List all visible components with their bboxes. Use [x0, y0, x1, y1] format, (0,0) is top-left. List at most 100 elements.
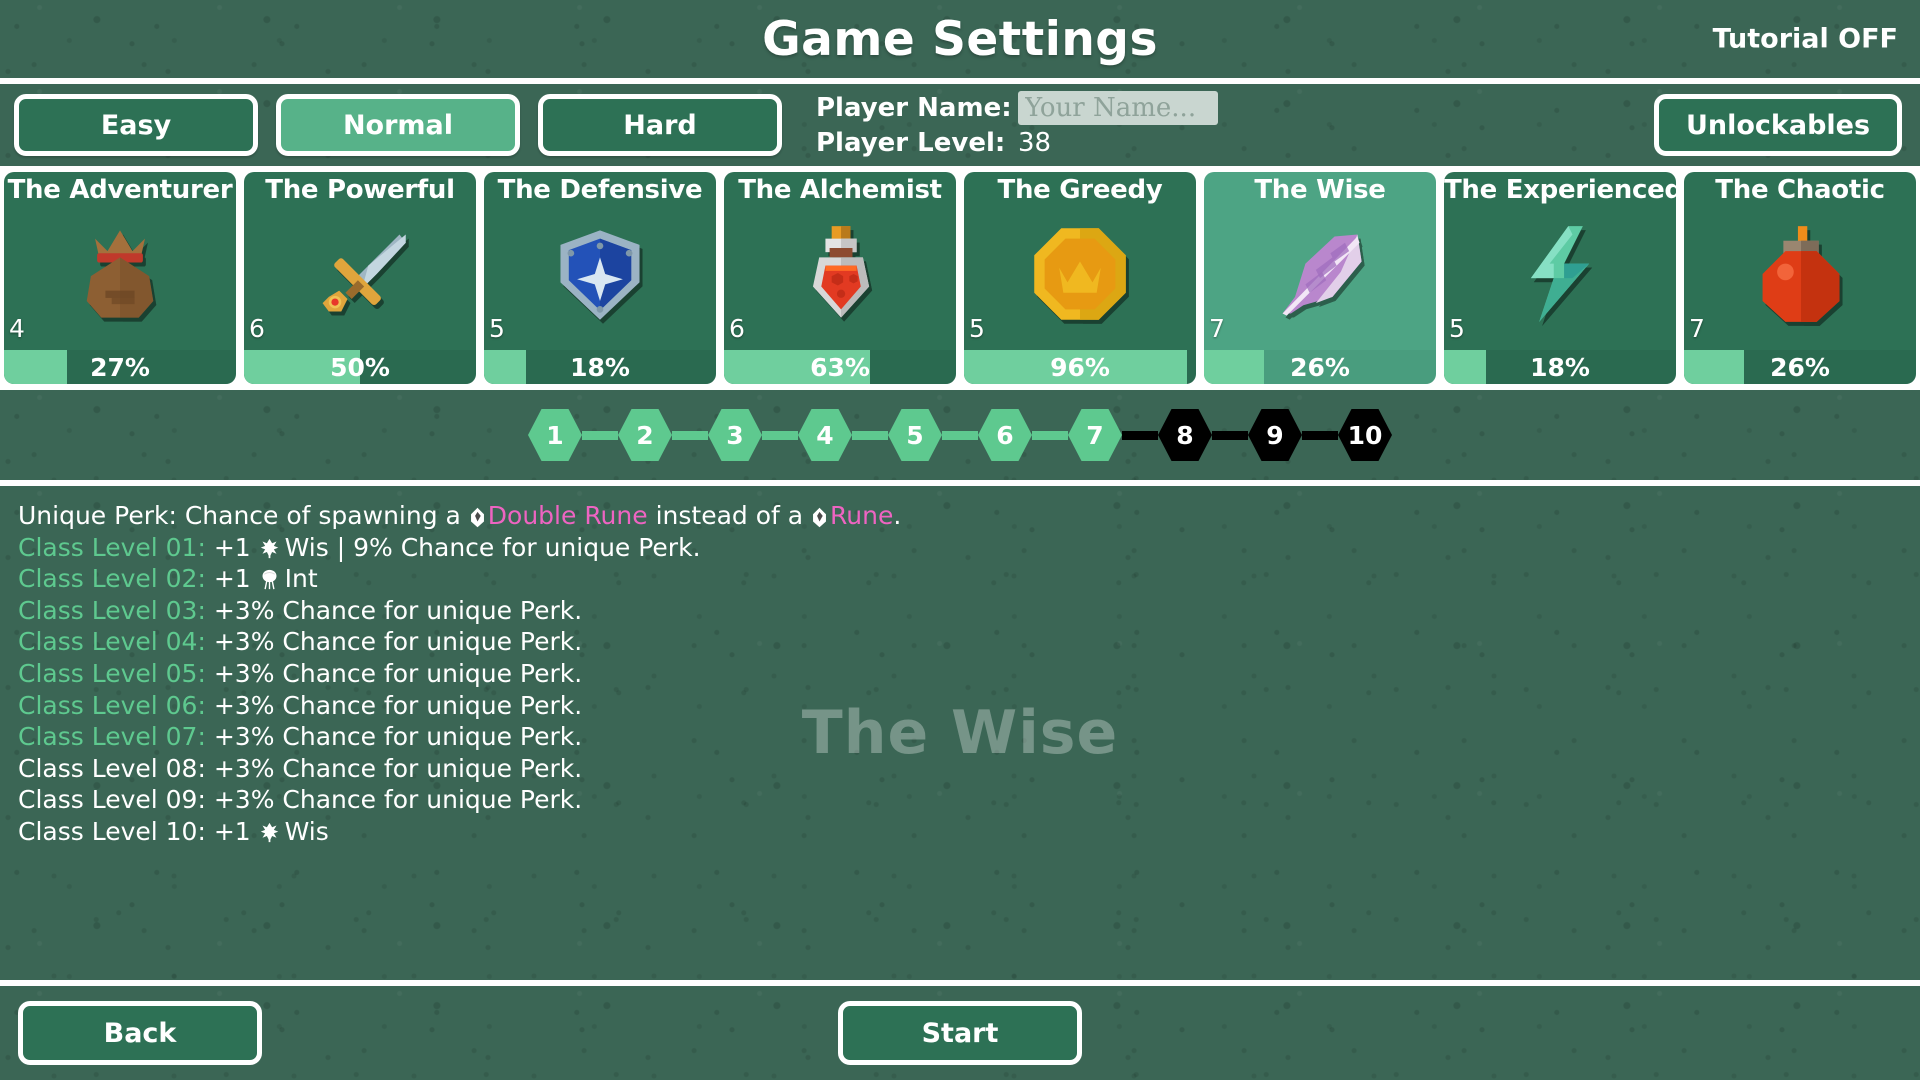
class-progress-percent: 18% [570, 353, 630, 382]
class-level-text: +1 [206, 817, 259, 846]
settings-row: Easy Normal Hard Player Name: Player Level… [0, 84, 1920, 166]
class-level-line: Class Level 03: +3% Chance for unique Pe… [18, 595, 1902, 627]
class-card-title: The Greedy [964, 172, 1196, 205]
level-node-4[interactable]: 4 [798, 409, 852, 461]
level-node-1[interactable]: 1 [528, 409, 582, 461]
class-card[interactable]: The Chaotic726% [1684, 172, 1916, 384]
level-node-7[interactable]: 7 [1068, 409, 1122, 461]
difficulty-group: Easy Normal Hard [14, 94, 800, 156]
double-rune-label: Double Rune [488, 501, 648, 530]
track-connector [762, 431, 798, 440]
class-level-stat: Wis [285, 817, 329, 846]
start-button[interactable]: Start [838, 1001, 1082, 1065]
player-name-input[interactable] [1018, 91, 1218, 125]
class-description-panel: The Wise Unique Perk: Chance of spawning… [0, 486, 1920, 980]
class-progress-bar: 18% [484, 350, 716, 384]
class-progress-percent: 18% [1530, 353, 1590, 382]
wis-stat-icon [259, 533, 280, 562]
class-card-title: The Powerful [244, 172, 476, 205]
difficulty-button-normal[interactable]: Normal [276, 94, 520, 156]
feather-icon [1204, 205, 1436, 350]
class-card[interactable]: The Experienced 5 18% [1444, 172, 1676, 384]
class-progress-percent: 96% [1050, 353, 1110, 382]
class-level-text: +3% Chance for unique Perk. [206, 722, 582, 751]
class-progress-percent: 50% [330, 353, 390, 382]
level-node-8[interactable]: 8 [1158, 409, 1212, 461]
player-info: Player Name: Player Level: 38 [816, 91, 1218, 159]
level-node-9[interactable]: 9 [1248, 409, 1302, 461]
track-connector [672, 431, 708, 440]
class-level-line: Class Level 08: +3% Chance for unique Pe… [18, 753, 1902, 785]
class-level-line: Class Level 09: +3% Chance for unique Pe… [18, 784, 1902, 816]
class-card-list: The Adventurer427%The Powerful650%The De… [0, 172, 1920, 384]
class-card-level: 5 [489, 314, 505, 343]
class-progress-percent: 63% [810, 353, 870, 382]
shield-icon [484, 205, 716, 350]
game-settings-screen: Game Settings Tutorial OFF Easy Normal Har… [0, 0, 1920, 1080]
class-card-level: 4 [9, 314, 25, 343]
level-node-3[interactable]: 3 [708, 409, 762, 461]
class-level-tag: Class Level 10: [18, 817, 206, 846]
class-level-text: +3% Chance for unique Perk. [206, 754, 582, 783]
perk-prefix: Unique Perk: Chance of spawning a [18, 501, 469, 530]
sword-icon [244, 205, 476, 350]
potion-icon [724, 205, 956, 350]
class-level-line: Class Level 05: +3% Chance for unique Pe… [18, 658, 1902, 690]
class-level-stat: Int [285, 564, 318, 593]
difficulty-button-easy[interactable]: Easy [14, 94, 258, 156]
track-connector [1032, 431, 1068, 440]
class-level-line: Class Level 06: +3% Chance for unique Pe… [18, 690, 1902, 722]
footer-bar: Back Start [0, 986, 1920, 1080]
class-card-level: 5 [1449, 314, 1465, 343]
player-name-label: Player Name: [816, 93, 1018, 123]
class-level-tag: Class Level 07: [18, 722, 206, 751]
track-connector [1212, 431, 1248, 440]
class-card[interactable]: The Wise726% [1204, 172, 1436, 384]
class-level-text: +3% Chance for unique Perk. [206, 627, 582, 656]
class-level-text: +3% Chance for unique Perk. [206, 691, 582, 720]
class-card-level: 7 [1209, 314, 1225, 343]
class-card-title: The Chaotic [1684, 172, 1916, 205]
player-level-value: 38 [1018, 128, 1051, 158]
wis-stat-icon [259, 817, 280, 846]
class-level-text: +3% Chance for unique Perk. [206, 785, 582, 814]
class-progress-percent: 26% [1770, 353, 1830, 382]
unlockables-button[interactable]: Unlockables [1654, 94, 1902, 156]
track-connector [1122, 431, 1158, 440]
class-level-tag: Class Level 01: [18, 533, 206, 562]
class-progress-bar: 26% [1204, 350, 1436, 384]
header-bar: Game Settings Tutorial OFF [0, 0, 1920, 78]
rune-icon [811, 501, 830, 530]
perk-middle: instead of a [648, 501, 811, 530]
class-level-text: +3% Chance for unique Perk. [206, 596, 582, 625]
class-progress-percent: 26% [1290, 353, 1350, 382]
class-level-tag: Class Level 05: [18, 659, 206, 688]
level-node-2[interactable]: 2 [618, 409, 672, 461]
class-card[interactable]: The Alchemist663% [724, 172, 956, 384]
class-progress-bar: 27% [4, 350, 236, 384]
class-level-line: Class Level 02: +1 Int [18, 563, 1902, 595]
class-card-title: The Experienced [1444, 172, 1676, 205]
class-level-tag: Class Level 02: [18, 564, 206, 593]
back-button[interactable]: Back [18, 1001, 262, 1065]
player-level-row: Player Level: 38 [816, 126, 1218, 159]
class-level-tag: Class Level 08: [18, 754, 206, 783]
class-card[interactable]: The Greedy596% [964, 172, 1196, 384]
level-node-6[interactable]: 6 [978, 409, 1032, 461]
class-card[interactable]: The Powerful 6 50% [244, 172, 476, 384]
lightning-icon [1444, 205, 1676, 350]
unique-perk-line: Unique Perk: Chance of spawning a Double… [18, 500, 1902, 532]
level-node-10[interactable]: 10 [1338, 409, 1392, 461]
rune-icon [469, 501, 488, 530]
class-card[interactable]: The Defensive518% [484, 172, 716, 384]
level-node-5[interactable]: 5 [888, 409, 942, 461]
class-level-text: +1 [206, 564, 259, 593]
class-card-level: 6 [249, 314, 265, 343]
rune-label: Rune [830, 501, 893, 530]
difficulty-button-hard[interactable]: Hard [538, 94, 782, 156]
track-connector [582, 431, 618, 440]
class-level-text: +3% Chance for unique Perk. [206, 659, 582, 688]
class-card[interactable]: The Adventurer427% [4, 172, 236, 384]
class-progress-bar: 50% [244, 350, 476, 384]
tutorial-toggle-button[interactable]: Tutorial OFF [1713, 24, 1898, 55]
